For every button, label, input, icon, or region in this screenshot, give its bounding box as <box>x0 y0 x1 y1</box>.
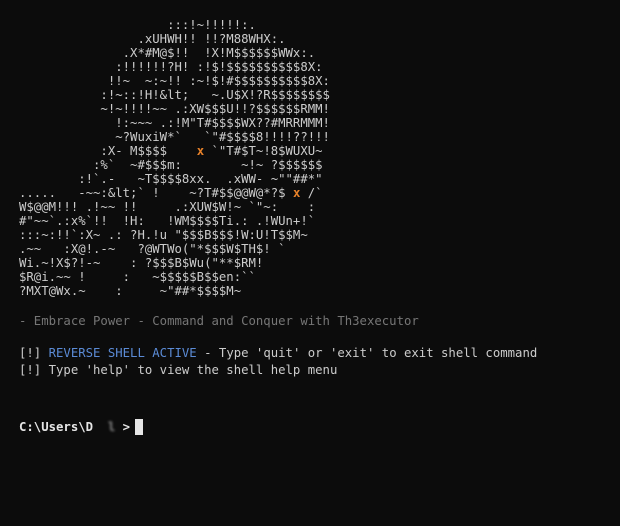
banner-line: :::!~!!!!!:. <box>19 18 256 32</box>
banner-line: $R@i.~~ ! : ~$$$$$B$$en:`` <box>19 270 256 284</box>
text-cursor[interactable] <box>135 419 144 435</box>
command-prompt[interactable]: C:\Users\D l > <box>19 418 620 436</box>
banner-line: ?MXT@Wx.~ : ~"##*$$$$M~ <box>19 284 242 298</box>
banner-line: ~!~!!!!~~ .:XW$$$U!!?$$$$$$RMM! <box>19 102 330 116</box>
banner-line: .X*#M@$!! !X!M$$$$$$WWx:. <box>19 46 316 60</box>
banner-line: .~~ :X@!.-~ ?@WTWo("*$$$W$TH$! ` <box>19 242 286 256</box>
banner-line: :!!!!!!?H! :!$!$$$$$$$$$$8X: <box>19 60 323 74</box>
banner-line: :X- M$$$$ <box>19 144 197 158</box>
banner-line: `"T#$T~!8$WUXU~ <box>204 144 323 158</box>
banner-line: :%` ~#$$$m: ~!~ ?$$$$$$ <box>19 158 323 172</box>
banner-line: :::~:!!`:X~ .: ?H.!u "$$$B$$$!W:U!T$$M~ <box>19 228 308 242</box>
prompt-path: C:\Users\D <box>19 420 94 434</box>
tagline-text: - Embrace Power - Command and Conquer wi… <box>19 314 419 328</box>
ascii-art-banner: :::!~!!!!!:. .xUHWH!! !!?M88WHX:. .X*#M@… <box>19 18 620 298</box>
help-message: [!] Type 'help' to view the shell help m… <box>19 363 338 377</box>
message-text: - Type 'quit' or 'exit' to exit shell co… <box>196 346 538 360</box>
reverse-shell-status: REVERSE SHELL ACTIVE <box>48 346 197 360</box>
banner-line: W$@@M!!! .!~~ !! .:XUW$W!~ `"~: : <box>19 200 316 214</box>
banner-line: .xUHWH!! !!?M88WHX:. <box>19 32 286 46</box>
banner-line: ~?WuxiW*` `"#$$$$8!!!!??!!! <box>19 130 330 144</box>
terminal-window[interactable]: :::!~!!!!!:. .xUHWH!! !!?M88WHX:. .X*#M@… <box>0 0 620 526</box>
banner-line: !!~ ~:~!! :~!$!#$$$$$$$$$$8X: <box>19 74 330 88</box>
masked-username: l <box>93 420 116 434</box>
banner-line: :!`.- ~T$$$$8xx. .xWW- ~""##*" <box>19 172 323 186</box>
status-message: [!] REVERSE SHELL ACTIVE - Type 'quit' o… <box>19 345 620 362</box>
message-prefix: [!] <box>19 346 49 360</box>
banner-line: #"~~`.:x%`!! !H: !WM$$$$Ti.: .!WUn+!` <box>19 214 316 228</box>
banner-line: ..... -~~:&lt;` ! ~?T#$$@@W@*?$ <box>19 186 293 200</box>
prompt-symbol: > <box>115 420 131 434</box>
eye-mark: x <box>196 144 205 158</box>
banner-line: !:~~~ .:!M"T#$$$$WX??#MRRMMM! <box>19 116 330 130</box>
banner-line: Wi.~!X$?!-~ : ?$$$B$Wu("**$RM! <box>19 256 264 270</box>
banner-line: /` <box>300 186 323 200</box>
banner-line: :!~::!H!&lt; ~.U$X!?R$$$$$$$$ <box>19 88 330 102</box>
